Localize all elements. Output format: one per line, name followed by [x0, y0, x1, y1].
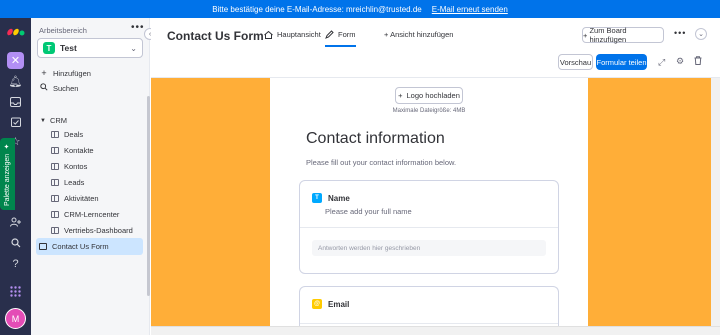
board-icon: [51, 147, 59, 154]
sidebar-item-leads[interactable]: Leads: [51, 175, 141, 190]
banner-message: Bitte bestätige deine E-Mail-Adresse: mr…: [212, 4, 422, 14]
sidebar-item-label: CRM-Lerncenter: [64, 210, 120, 219]
form-body: + Logo hochladen Maximale Dateigröße: 4M…: [270, 78, 588, 335]
sidebar-item-kontos[interactable]: Kontos: [51, 159, 141, 174]
question-card-name[interactable]: T Name Please add your full name Antwort…: [299, 180, 559, 274]
board-header: Contact Us Form Hauptansicht Form + Ansi…: [151, 18, 720, 78]
user-avatar[interactable]: M: [5, 308, 26, 329]
add-to-board-button[interactable]: + Zum Board hinzufügen: [582, 26, 664, 44]
tab-main-view[interactable]: Hauptansicht: [264, 30, 321, 39]
divider: [300, 323, 558, 324]
search-label: Suchen: [53, 83, 79, 93]
more-options-icon[interactable]: •••: [674, 28, 686, 38]
bell-icon[interactable]: 🔔︎: [8, 74, 23, 89]
my-work-icon[interactable]: [8, 114, 23, 129]
search-icon[interactable]: [8, 235, 23, 250]
sidebar-item-label: Deals: [64, 130, 84, 139]
question-label: Name: [328, 193, 350, 203]
sidebar-item-kontakte[interactable]: Kontakte: [51, 143, 141, 158]
answer-field[interactable]: Antworten werden hier geschrieben: [312, 240, 546, 256]
sidebar-item-label: Vertriebs-Dashboard: [64, 226, 133, 235]
logo-size-hint: Maximale Dateigröße: 4MB: [392, 108, 466, 114]
home-icon: [264, 30, 273, 39]
sidebar-item-label: Leads: [64, 178, 85, 187]
more-options-icon[interactable]: •••: [131, 22, 145, 33]
sidebar-item-label: Kontakte: [64, 146, 94, 155]
upload-logo-button[interactable]: + Logo hochladen: [395, 87, 463, 104]
add-item-button[interactable]: + Hinzufügen: [40, 68, 91, 78]
share-form-label: Formular teilen: [596, 57, 647, 67]
dashboard-icon: [51, 227, 59, 234]
sidebar-item-label: Kontos: [64, 162, 88, 171]
gear-icon[interactable]: ⚙︎: [676, 56, 684, 67]
tab-label: Form: [338, 30, 356, 39]
sidebar-item-vertriebs-dashboard[interactable]: Vertriebs-Dashboard: [51, 223, 141, 238]
sparkle-icon: ✦: [3, 142, 11, 151]
sidebar-scrollbar[interactable]: [147, 96, 150, 296]
board-icon: [51, 163, 59, 170]
text-column-icon: T: [312, 193, 322, 203]
sidebar-item-label: Contact Us Form: [52, 242, 109, 251]
board-icon: [51, 211, 59, 218]
expand-icon[interactable]: ⤢: [658, 57, 665, 68]
sidebar-item-aktivitaeten[interactable]: Aktivitäten: [51, 191, 141, 206]
palette-label: Palette anzeigen: [4, 153, 11, 206]
sidebar-item-label: Aktivitäten: [64, 194, 99, 203]
preview-button[interactable]: Vorschau: [558, 54, 593, 70]
add-view-button[interactable]: + Ansicht hinzufügen: [384, 30, 453, 39]
add-to-board-label: Zum Board hinzufügen: [589, 26, 627, 44]
resend-email-link[interactable]: E-Mail erneut senden: [432, 5, 508, 14]
form-subtitle[interactable]: Please fill out your contact information…: [306, 158, 456, 167]
monday-logo[interactable]: [7, 24, 25, 36]
trash-icon[interactable]: [694, 56, 702, 67]
board-icon: [51, 179, 59, 186]
tab-form[interactable]: Form: [325, 30, 356, 47]
folder-label: CRM: [49, 116, 68, 125]
tab-label: Hauptansicht: [277, 30, 321, 39]
avatar-initial: M: [11, 313, 20, 324]
page-title: Contact Us Form: [167, 29, 264, 43]
help-icon[interactable]: ?: [8, 256, 23, 271]
workspace-section-label: Arbeitsbereich: [39, 26, 87, 35]
horizontal-scrollbar[interactable]: [151, 326, 720, 335]
chevron-down-icon: ⌄: [130, 43, 137, 53]
form-canvas: + Logo hochladen Maximale Dateigröße: 4M…: [151, 78, 720, 335]
divider: [300, 227, 558, 228]
board-icon: [51, 131, 59, 138]
invite-members-icon[interactable]: [8, 214, 23, 229]
workspace-sidebar: Arbeitsbereich ••• T Test ⌄ + Hinzufügen…: [31, 18, 150, 335]
email-confirmation-banner: Bitte bestätige deine E-Mail-Adresse: mr…: [0, 0, 720, 18]
vertical-scrollbar[interactable]: [711, 78, 720, 335]
form-title[interactable]: Contact information: [306, 130, 445, 148]
board-icon: [39, 243, 47, 250]
email-column-icon: @: [312, 299, 322, 309]
plus-icon: +: [41, 68, 47, 78]
inbox-icon[interactable]: [8, 94, 23, 109]
question-description: Please add your full name: [325, 207, 412, 216]
chevron-down-icon[interactable]: ⌄: [695, 28, 707, 40]
sidebar-item-deals[interactable]: Deals: [51, 127, 141, 142]
sidebar-item-contact-us-form[interactable]: Contact Us Form: [36, 238, 143, 255]
preview-label: Vorschau: [559, 57, 592, 67]
share-form-button[interactable]: Formular teilen: [596, 54, 647, 70]
form-icon: [325, 30, 334, 39]
search-icon: [40, 83, 48, 93]
add-view-label: Ansicht hinzufügen: [390, 30, 454, 39]
palette-toggle[interactable]: Palette anzeigen ✦: [0, 138, 15, 210]
caret-down-icon: ▼: [40, 117, 46, 124]
upload-logo-label: Logo hochladen: [406, 91, 460, 100]
sidebar-item-crm-lerncenter[interactable]: CRM-Lerncenter: [51, 207, 141, 222]
add-label: Hinzufügen: [53, 68, 91, 78]
workspace-name: Test: [60, 43, 77, 53]
search-sidebar-button[interactable]: Suchen: [40, 83, 78, 93]
app-icon-glyph: ✕: [10, 55, 21, 67]
plus-icon: +: [398, 91, 403, 100]
workspace-selector[interactable]: T Test ⌄: [37, 38, 143, 58]
folder-crm[interactable]: ▼ CRM: [40, 116, 67, 125]
apps-grid-icon[interactable]: [8, 284, 23, 299]
board-icon: [51, 195, 59, 202]
workspace-app-icon[interactable]: ✕: [7, 52, 24, 69]
question-label: Email: [328, 299, 350, 309]
workspace-avatar: T: [43, 42, 55, 54]
